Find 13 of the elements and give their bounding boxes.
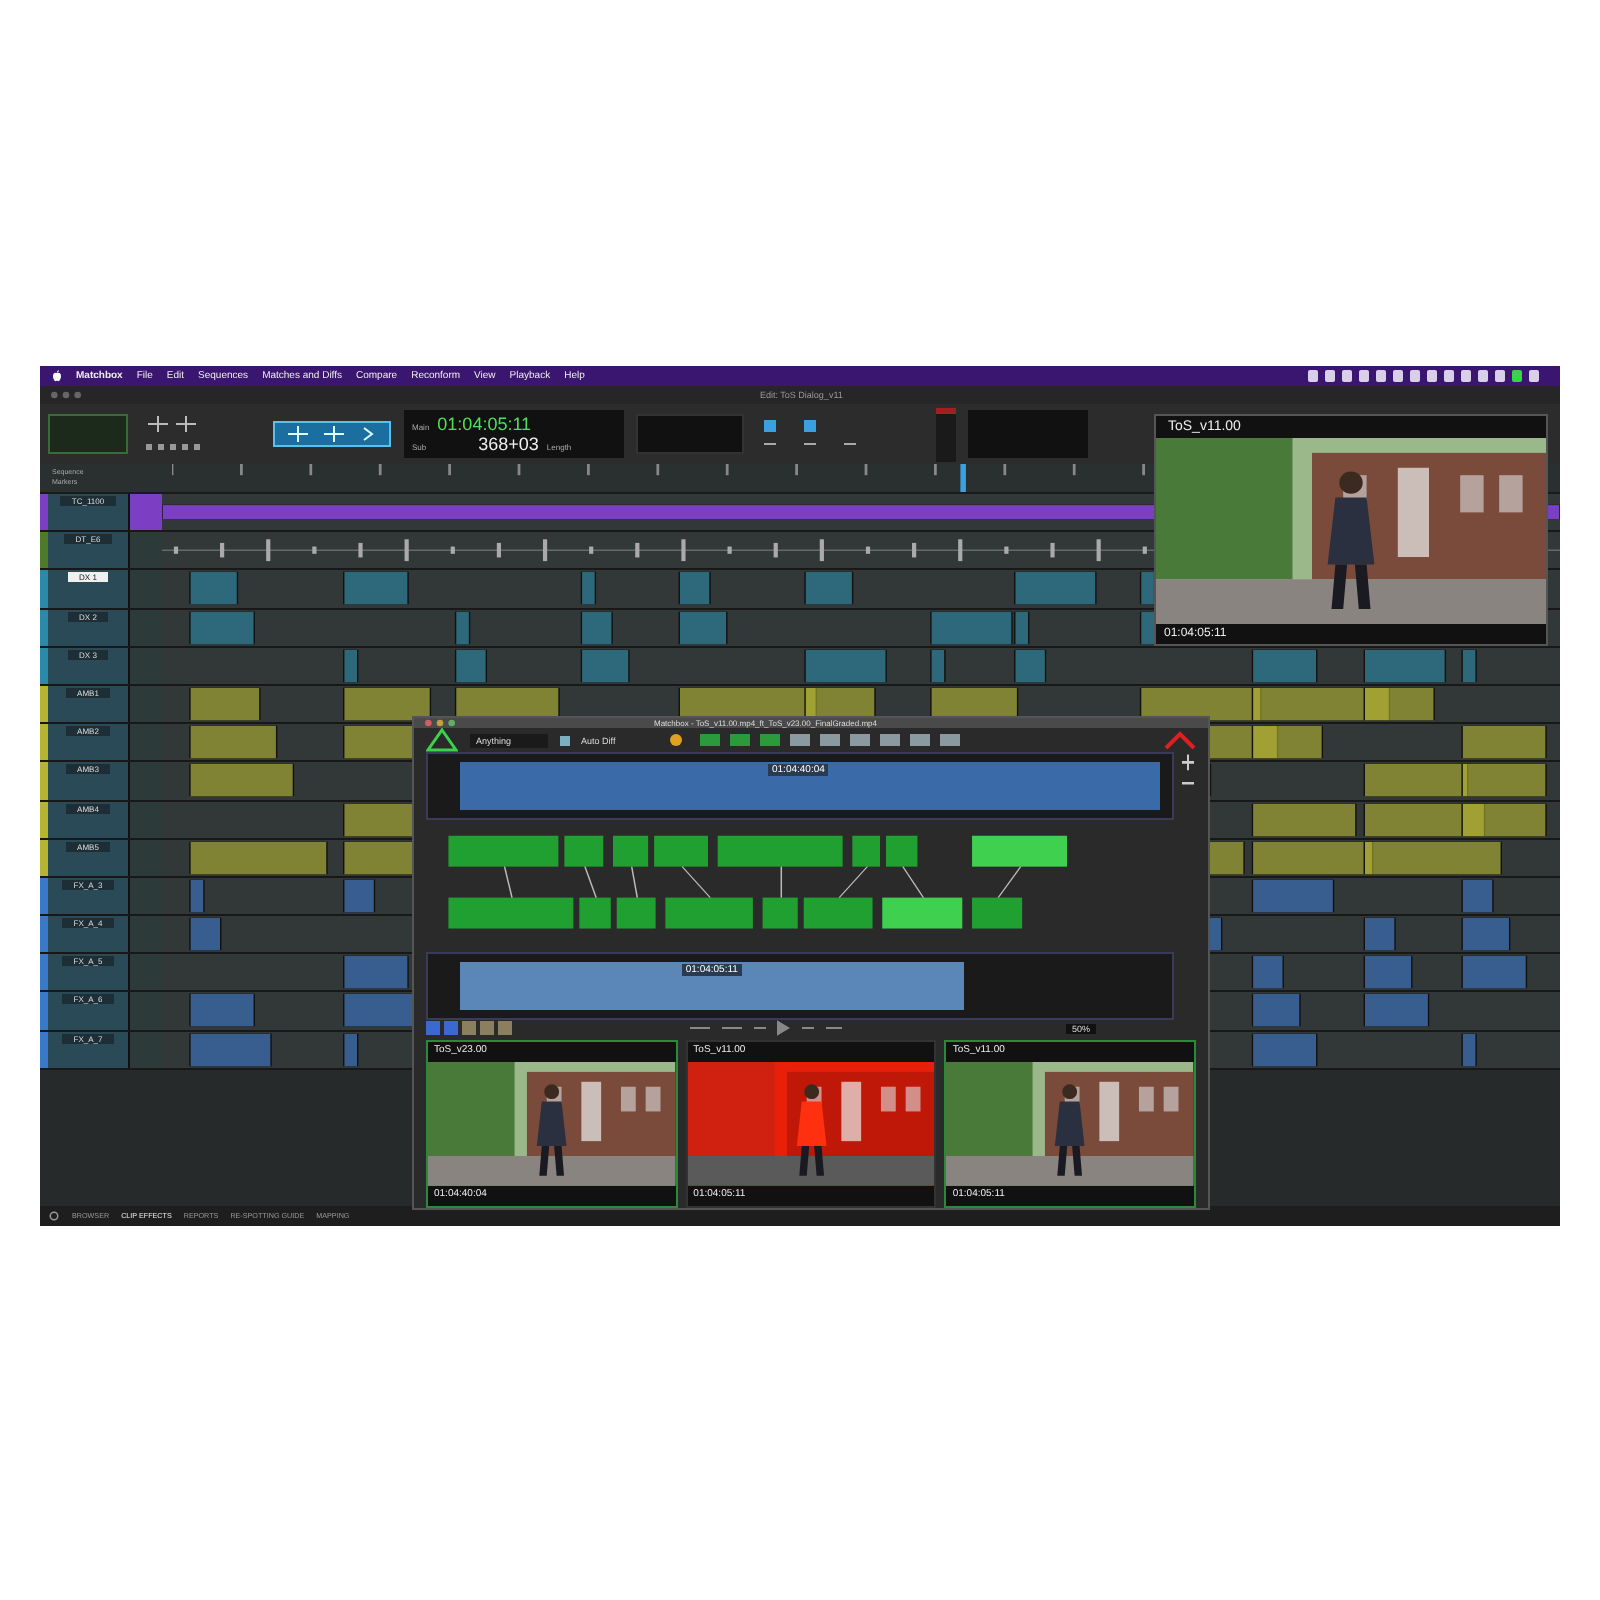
main-counter: 01:04:05:11: [437, 414, 532, 434]
mode-panel: [48, 414, 128, 454]
playback-controls-icon[interactable]: [686, 1020, 846, 1036]
settings-icon[interactable]: [48, 1210, 60, 1222]
apple-icon[interactable]: [52, 370, 62, 382]
triangle-icon[interactable]: [426, 728, 458, 752]
chevron-icon[interactable]: [1164, 730, 1196, 750]
checkbox[interactable]: [559, 735, 570, 745]
tool-mode-buttons[interactable]: [272, 420, 392, 448]
window-controls-icon[interactable]: [422, 718, 458, 728]
selection-panel: [636, 414, 744, 454]
grid-panel: [968, 410, 1088, 458]
sub-counter: 368+03: [478, 434, 539, 454]
